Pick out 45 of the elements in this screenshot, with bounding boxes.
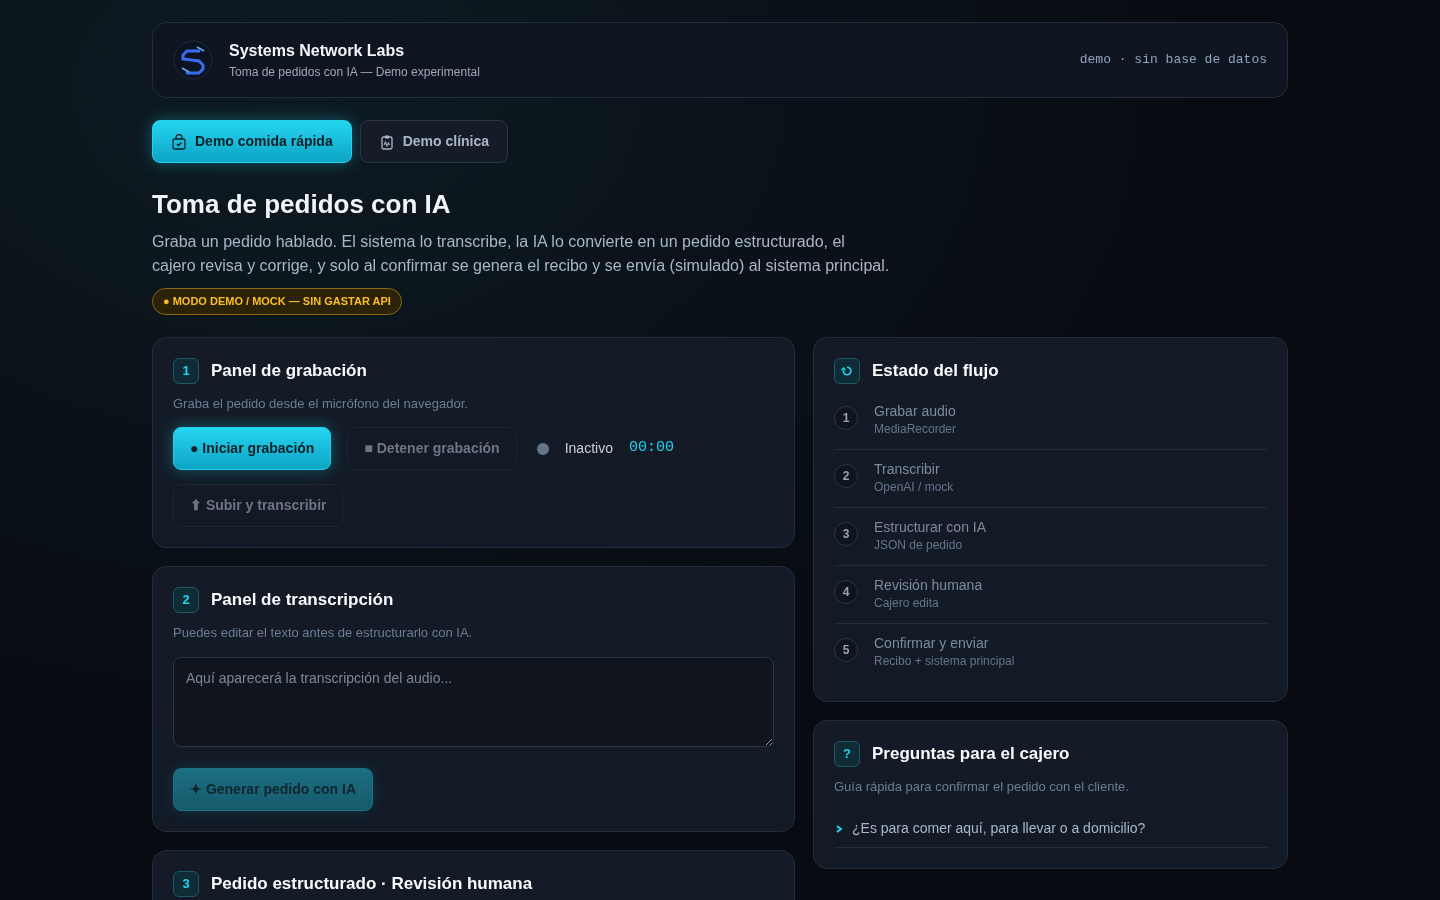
step-number: 4 bbox=[834, 579, 858, 604]
logo-icon bbox=[173, 40, 213, 80]
step-number: 2 bbox=[834, 463, 858, 488]
step-title: Estructurar con IA bbox=[874, 517, 987, 536]
panel-title: Pedido estructurado · Revisión humana bbox=[211, 872, 533, 895]
step-detail: Cajero edita bbox=[874, 594, 940, 612]
demo-mode-badge: ● MODO DEMO / MOCK — SIN GASTAR API bbox=[152, 288, 402, 315]
brand-name: Systems Network Labs bbox=[229, 41, 406, 61]
step-number: 1 bbox=[173, 357, 199, 384]
step-title: Grabar audio bbox=[874, 401, 957, 420]
status-label: Inactivo bbox=[564, 439, 613, 459]
step-number: 5 bbox=[834, 637, 858, 662]
environment-label: demo · sin base de datos bbox=[1079, 51, 1267, 70]
step-number: 2 bbox=[173, 587, 199, 614]
step-title: Revisión humana bbox=[874, 575, 983, 594]
page-title: Toma de pedidos con IA bbox=[152, 189, 452, 221]
panel-title: Panel de transcripción bbox=[211, 589, 394, 612]
bag-icon bbox=[171, 133, 187, 150]
transcription-field[interactable]: Aquí aparecerá la transcripción del audio... bbox=[173, 656, 774, 747]
panel-description: Puedes editar el texto antes de estructurarlo con IA. bbox=[173, 624, 474, 643]
intro-text: Graba un pedido hablado. El sistema lo transcribe, la IA lo convierte en un pedido estructurado, el cajero revisa y corrige, y solo al confirmar se genera el recibo y se envía (simulado) al sistema principal. bbox=[152, 232, 891, 277]
panel-description: Guía rápida para confirmar el pedido con el cliente. bbox=[834, 777, 1130, 796]
step-title: Confirmar y enviar bbox=[874, 633, 990, 652]
refresh-icon bbox=[841, 364, 853, 377]
step-detail: MediaRecorder bbox=[874, 420, 957, 438]
chevron-icon bbox=[834, 823, 844, 834]
demo-tab[interactable]: Demo comida rápida bbox=[152, 120, 352, 163]
step-detail: Recibo + sistema principal bbox=[874, 652, 1015, 670]
panel-title: Panel de grabación bbox=[211, 359, 367, 382]
step-number: 3 bbox=[173, 870, 199, 897]
step-number: ? bbox=[834, 740, 860, 767]
question-text: ¿Es para comer aquí, para llevar o a domicilio? bbox=[852, 819, 1146, 839]
panel-description: Graba el pedido desde el micrófono del navegador. bbox=[173, 394, 469, 413]
step-title: Transcribir bbox=[874, 459, 941, 478]
panel-title: Preguntas para el cajero bbox=[872, 742, 1070, 765]
recording-timer: 00:00 bbox=[628, 438, 674, 459]
step-detail: JSON de pedido bbox=[874, 536, 964, 554]
step-number: 1 bbox=[834, 405, 858, 430]
clipboard-icon bbox=[378, 133, 395, 150]
demo-tab[interactable]: Demo clínica bbox=[359, 120, 509, 163]
step-number: 3 bbox=[834, 521, 858, 546]
step-detail: OpenAI / mock bbox=[874, 478, 954, 496]
app-subtitle: Toma de pedidos con IA — Demo experimental bbox=[229, 64, 480, 81]
action-button[interactable]: ● Iniciar grabación bbox=[173, 427, 332, 471]
panel-title: Estado del flujo bbox=[872, 359, 999, 382]
